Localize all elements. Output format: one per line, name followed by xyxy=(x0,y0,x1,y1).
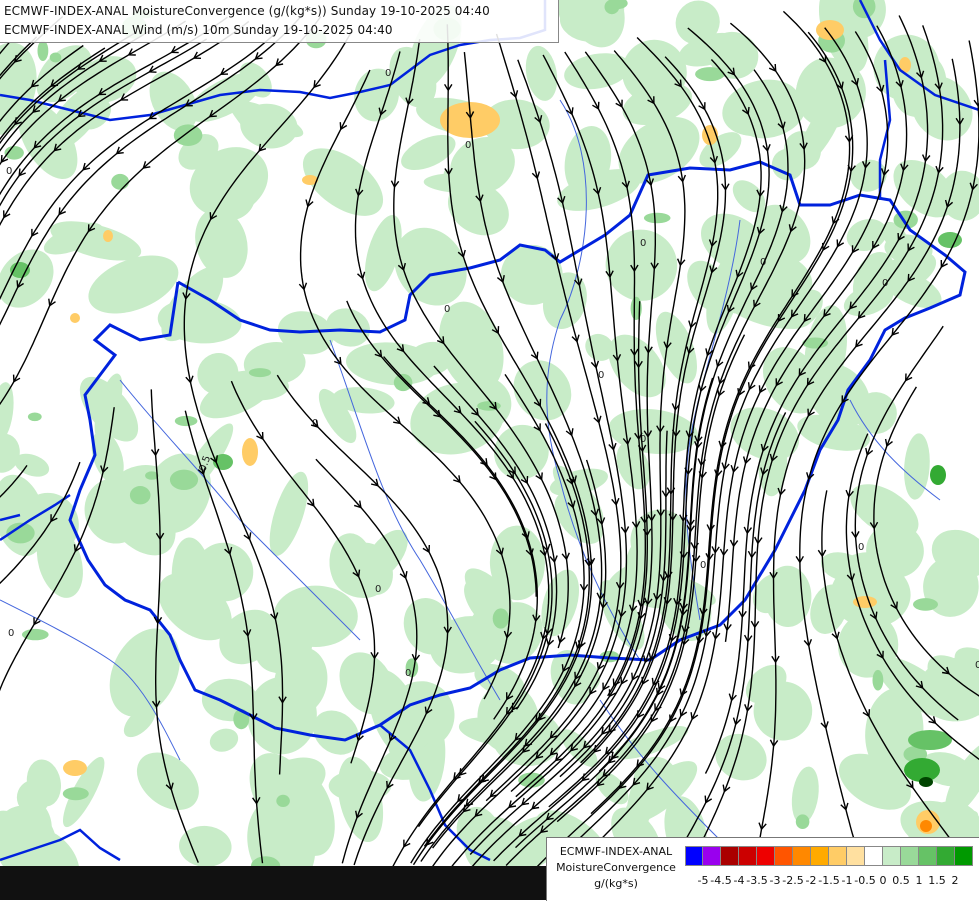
convergence-patch-strong xyxy=(913,598,938,611)
convergence-patch-strong xyxy=(27,412,42,422)
divergence-patch xyxy=(70,313,80,323)
convergence-core xyxy=(919,777,933,787)
legend-title: ECMWF-INDEX-ANAL MoistureConvergence g/(… xyxy=(547,844,685,892)
divergence-core xyxy=(920,820,932,832)
divergence-patch xyxy=(242,438,258,466)
divergence-patch xyxy=(103,230,113,242)
convergence-patch-strong xyxy=(111,173,129,190)
convergence-patch-strong xyxy=(930,465,946,485)
convergence-patch-strong xyxy=(129,486,151,505)
convergence-patch-strong xyxy=(49,52,62,63)
legend-swatch xyxy=(703,846,721,866)
legend-swatch xyxy=(793,846,811,866)
legend-tick-label: -0.5 xyxy=(854,874,876,887)
wind-title: ECMWF-INDEX-ANAL Wind (m/s) 10m Sunday 1… xyxy=(4,23,393,37)
legend-swatch xyxy=(865,846,883,866)
legend-swatch xyxy=(937,846,955,866)
legend-swatch xyxy=(721,846,739,866)
legend-tick-label: 1.5 xyxy=(928,874,946,887)
convergence-patch-strong xyxy=(174,415,198,427)
title-panel: ECMWF-INDEX-ANAL MoistureConvergence (g/… xyxy=(0,0,559,43)
legend-tick-labels: -5 -4.5 -4 -3.5 -3 -2.5 -2 -1.5 -1 -0.5 0 0.5 1 1.5 2 xyxy=(685,874,979,888)
legend-swatch xyxy=(775,846,793,866)
convergence-patch-strong xyxy=(872,669,884,691)
convergence-patch-strong xyxy=(169,469,199,490)
legend-swatch xyxy=(757,846,775,866)
legend-tick-label: -2.5 xyxy=(782,874,804,887)
convergence-patch-strong xyxy=(492,608,509,629)
contour-label: 0 xyxy=(858,542,864,553)
legend-tick-label: 0.5 xyxy=(892,874,910,887)
legend-source: ECMWF-INDEX-ANAL xyxy=(559,845,673,858)
convergence-patch-strong xyxy=(248,368,272,378)
legend-swatch xyxy=(811,846,829,866)
legend-swatch xyxy=(901,846,919,866)
divergence-patch xyxy=(63,760,87,776)
legend-swatch xyxy=(847,846,865,866)
contour-label: 0 xyxy=(385,68,391,79)
convergence-patch-strong xyxy=(643,212,671,224)
legend-unit: g/(kg*s) xyxy=(594,877,638,890)
legend-swatch xyxy=(919,846,937,866)
legend-tick-label: -4.5 xyxy=(710,874,732,887)
legend-tick-label: -3.5 xyxy=(746,874,768,887)
legend-tick-label: -1 xyxy=(841,874,853,887)
legend-tick-label: 1 xyxy=(915,874,923,887)
contour-label: 0 xyxy=(465,140,471,151)
map-canvas: 00000000000000000.5 xyxy=(0,0,979,900)
convergence-patch-strong xyxy=(276,794,290,808)
color-legend: ECMWF-INDEX-ANAL MoistureConvergence g/(… xyxy=(546,837,979,901)
contour-label: 0 xyxy=(640,238,646,249)
legend-tick-label: -2 xyxy=(805,874,817,887)
contour-label: 0 xyxy=(700,560,706,571)
legend-swatch xyxy=(955,846,973,866)
legend-tick-label: -5 xyxy=(697,874,709,887)
convergence-patch-strong xyxy=(62,787,89,801)
legend-tick-label: 0 xyxy=(879,874,887,887)
contour-label: 0 xyxy=(405,668,411,679)
convergence-patch-strong xyxy=(37,40,49,61)
legend-tick-label: -3 xyxy=(769,874,781,887)
divergence-patch xyxy=(816,20,844,40)
contour-label: 0 xyxy=(975,660,979,671)
legend-swatch xyxy=(685,846,703,866)
convergence-patch-strong xyxy=(393,373,413,392)
legend-swatch xyxy=(829,846,847,866)
moisture-title: ECMWF-INDEX-ANAL MoistureConvergence (g/… xyxy=(4,4,490,18)
convergence-patch-strong xyxy=(795,814,810,829)
legend-tick-label: -4 xyxy=(733,874,745,887)
legend-variable: MoistureConvergence xyxy=(556,861,676,874)
legend-tick-label: -1.5 xyxy=(818,874,840,887)
contour-label: 0 xyxy=(8,628,14,639)
legend-swatch xyxy=(739,846,757,866)
convergence-patch-strong xyxy=(173,124,203,146)
legend-swatch xyxy=(883,846,901,866)
legend-tick-label: 2 xyxy=(951,874,959,887)
legend-swatches xyxy=(685,846,973,866)
contour-label: 0 xyxy=(375,584,381,595)
contour-label: 0 xyxy=(444,304,450,315)
